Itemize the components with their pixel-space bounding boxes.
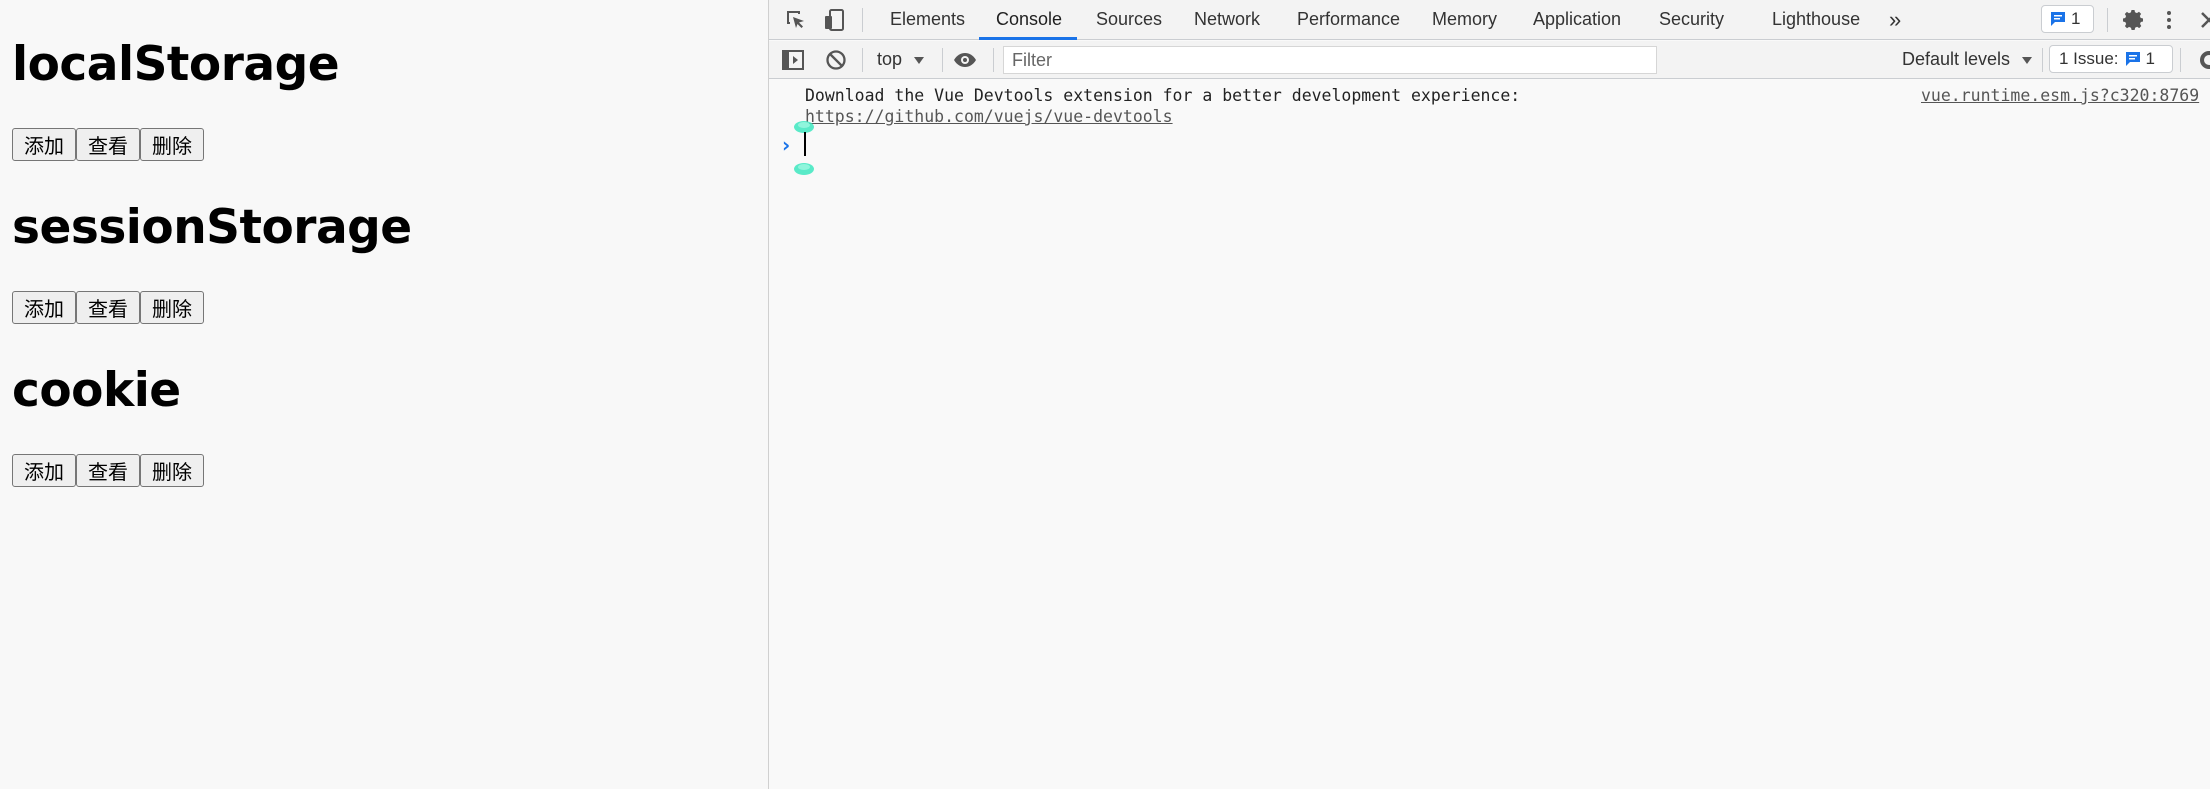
tab-security[interactable]: Security (1659, 0, 1724, 40)
toolbar-separator (2180, 48, 2181, 72)
tab-application[interactable]: Application (1533, 0, 1621, 40)
sessionstorage-add-button[interactable]: 添加 (12, 291, 76, 324)
devtools-panel: Elements Console Sources Network Perform… (769, 0, 2210, 789)
context-value: top (877, 49, 903, 69)
chevron-down-icon (2021, 50, 2033, 71)
localstorage-view-button[interactable]: 查看 (76, 128, 140, 161)
toolbar-separator (862, 48, 863, 72)
text-cursor-handle-bottom-icon[interactable] (793, 160, 815, 175)
settings-gear-icon[interactable] (2122, 8, 2146, 32)
cookie-add-button[interactable]: 添加 (12, 454, 76, 487)
messages-count: 1 (2071, 9, 2081, 28)
cookie-view-button[interactable]: 查看 (76, 454, 140, 487)
more-tabs-button[interactable]: » (1889, 0, 1901, 40)
inspect-element-icon[interactable] (784, 8, 808, 32)
sessionstorage-delete-button[interactable]: 删除 (140, 291, 204, 324)
console-settings-gear-icon[interactable] (2197, 48, 2210, 72)
messages-badge[interactable]: 1 (2041, 5, 2094, 33)
more-options-icon[interactable] (2162, 8, 2176, 32)
session-storage-buttons: 添加 查看 删除 (12, 291, 204, 324)
section-title-cookie: cookie (12, 363, 181, 418)
close-devtools-icon[interactable] (2197, 8, 2210, 32)
source-location-link[interactable]: vue.runtime.esm.js?c320:8769 (1921, 86, 2199, 105)
tab-lighthouse[interactable]: Lighthouse (1772, 0, 1860, 40)
section-title-localstorage: localStorage (12, 37, 340, 92)
issues-label: 1 Issue: (2059, 49, 2119, 68)
message-icon (2050, 11, 2066, 27)
toolbar-separator (993, 48, 994, 72)
filter-input[interactable] (1003, 46, 1657, 74)
tab-elements[interactable]: Elements (890, 0, 965, 40)
tab-console[interactable]: Console (996, 0, 1062, 40)
chevron-down-icon (913, 50, 925, 71)
clear-console-icon[interactable] (824, 48, 848, 72)
log-levels-value: Default levels (1902, 49, 2011, 69)
live-expression-eye-icon[interactable] (953, 48, 977, 72)
toolbar-separator (942, 48, 943, 72)
show-sidebar-icon[interactable] (781, 48, 805, 72)
text-caret (804, 132, 806, 156)
vue-devtools-link[interactable]: https://github.com/vuejs/vue-devtools (805, 107, 1173, 126)
cookie-section: cookie 添加 查看 删除 (12, 363, 204, 487)
active-tab-indicator (979, 37, 1077, 40)
tab-separator (2107, 8, 2108, 32)
issue-icon (2125, 51, 2141, 67)
page-content: localStorage 添加 查看 删除 sessionStorage 添加 … (0, 0, 768, 789)
console-toolbar: top Default levels 1 Issue: 1 (769, 41, 2210, 79)
localstorage-delete-button[interactable]: 删除 (140, 128, 204, 161)
tab-performance[interactable]: Performance (1297, 0, 1400, 40)
issues-button[interactable]: 1 Issue: 1 (2049, 45, 2173, 73)
toolbar-separator (2042, 48, 2043, 72)
devtools-tab-bar: Elements Console Sources Network Perform… (769, 0, 2210, 40)
local-storage-section: localStorage 添加 查看 删除 (12, 37, 340, 161)
issues-count: 1 (2145, 49, 2156, 68)
session-storage-section: sessionStorage 添加 查看 删除 (12, 200, 412, 324)
sessionstorage-view-button[interactable]: 查看 (76, 291, 140, 324)
cookie-delete-button[interactable]: 删除 (140, 454, 204, 487)
local-storage-buttons: 添加 查看 删除 (12, 128, 204, 161)
tab-network[interactable]: Network (1194, 0, 1260, 40)
console-message-text: Download the Vue Devtools extension for … (805, 86, 1521, 105)
context-selector[interactable]: top (877, 49, 925, 71)
console-prompt-input[interactable] (769, 136, 2210, 166)
tab-sources[interactable]: Sources (1096, 0, 1162, 40)
tab-memory[interactable]: Memory (1432, 0, 1497, 40)
console-output: Download the Vue Devtools extension for … (769, 80, 2210, 789)
device-toolbar-icon[interactable] (823, 8, 847, 32)
cookie-buttons: 添加 查看 删除 (12, 454, 204, 487)
section-title-sessionstorage: sessionStorage (12, 200, 412, 255)
localstorage-add-button[interactable]: 添加 (12, 128, 76, 161)
log-levels-dropdown[interactable]: Default levels (1902, 49, 2033, 71)
tab-separator (862, 8, 863, 32)
text-cursor-handle-top-icon[interactable] (793, 118, 815, 133)
